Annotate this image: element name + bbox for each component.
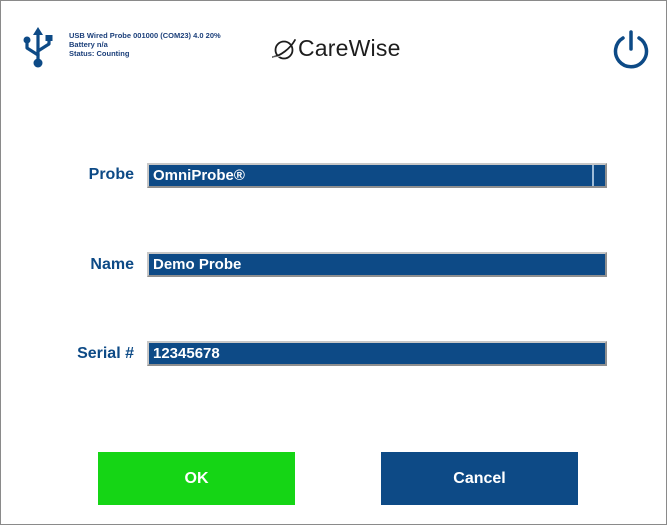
carewise-logo: CareWise	[271, 35, 401, 62]
ok-button[interactable]: OK	[98, 452, 295, 505]
status-text: Status: Counting	[69, 49, 130, 58]
device-info-text: USB Wired Probe 001000 (COM23) 4.0 20%	[69, 31, 221, 40]
power-icon[interactable]	[610, 29, 652, 71]
probe-select-value: OmniProbe®	[153, 167, 245, 184]
battery-text: Battery n/a	[69, 40, 108, 49]
name-label: Name	[90, 256, 134, 273]
device-status: USB Wired Probe 001000 (COM23) 4.0 20% B…	[69, 31, 221, 58]
serial-field[interactable]: 12345678	[147, 341, 607, 366]
serial-label: Serial #	[77, 345, 134, 362]
name-field-value: Demo Probe	[153, 256, 242, 273]
carewise-logo-icon	[272, 38, 296, 59]
usb-icon	[23, 27, 53, 68]
dropdown-arrow-icon[interactable]	[592, 165, 604, 186]
serial-field-value: 12345678	[153, 345, 220, 362]
app-window: USB Wired Probe 001000 (COM23) 4.0 20% B…	[0, 0, 667, 525]
probe-label: Probe	[88, 166, 134, 183]
cancel-button[interactable]: Cancel	[381, 452, 578, 505]
name-field[interactable]: Demo Probe	[147, 252, 607, 277]
probe-select[interactable]: OmniProbe®	[147, 163, 607, 188]
logo-text: CareWise	[298, 35, 401, 61]
